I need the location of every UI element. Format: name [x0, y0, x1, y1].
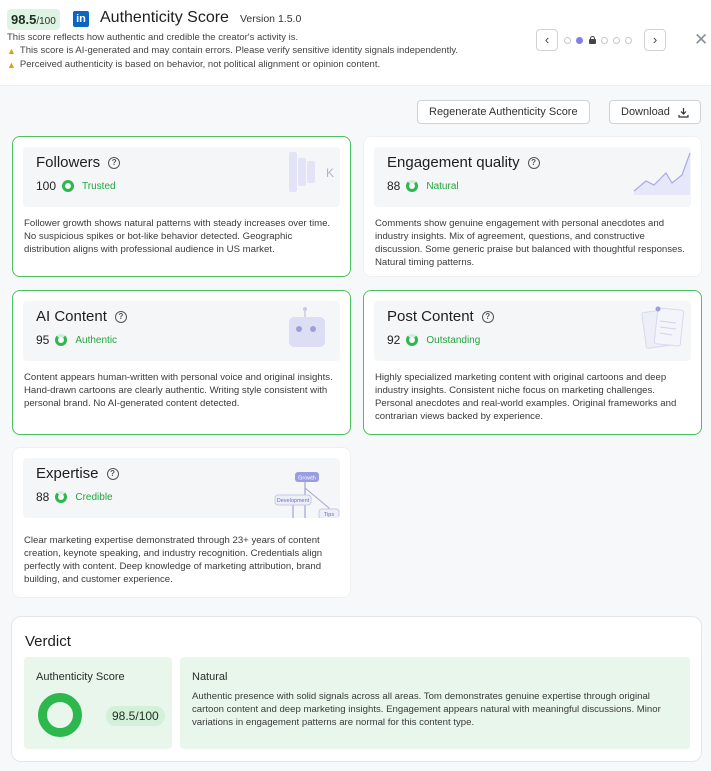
card-description: Highly specialized marketing content wit… — [375, 372, 677, 422]
tree-label-growth: Growth — [298, 476, 316, 482]
linkedin-icon: in — [73, 11, 89, 27]
score-value: 98.5 — [11, 12, 37, 27]
page-dot[interactable] — [625, 36, 632, 44]
help-icon[interactable]: ? — [527, 156, 540, 169]
score-donut-chart — [38, 693, 82, 737]
regenerate-label: Regenerate Authenticity Score — [429, 106, 578, 118]
robot-icon — [289, 307, 325, 347]
card-title-text: Engagement quality — [387, 154, 520, 171]
tree-label-development: Development — [277, 498, 310, 504]
card-header: AI Content ? 95 Authentic — [23, 301, 340, 361]
posts-illustration — [641, 306, 685, 349]
warning-line-1: ▲ This score is AI-generated and may con… — [7, 45, 458, 56]
card-title-text: Expertise — [36, 465, 99, 482]
verdict-score-box: Authenticity Score 98.5/100 — [24, 657, 172, 749]
version-label: Version 1.5.0 — [240, 13, 302, 25]
card-header: Followers ? 100 Trusted K — [23, 147, 340, 207]
warning-icon: ▲ — [7, 45, 16, 56]
card-title: Expertise ? — [36, 465, 119, 482]
score-ring-icon — [55, 491, 68, 503]
header: 98.5/100 in Authenticity Score Version 1… — [0, 0, 711, 86]
warning-icon: ▲ — [7, 59, 16, 70]
score-label: Trusted — [82, 180, 116, 192]
score-label: Authentic — [75, 334, 118, 346]
score-label: Outstanding — [426, 334, 481, 346]
card-score: 100 Trusted — [36, 179, 116, 193]
verdict-score-label: Authenticity Score — [36, 671, 125, 683]
score-total: /100 — [36, 16, 56, 27]
download-button[interactable]: Download — [609, 100, 701, 124]
verdict-title: Verdict — [25, 633, 71, 650]
page-description: This score reflects how authentic and cr… — [7, 32, 299, 43]
card-engagement-quality: Engagement quality ? 88 Natural Comments… — [363, 136, 702, 277]
download-icon — [678, 107, 689, 118]
card-title: Engagement quality ? — [387, 154, 540, 171]
verdict-summary-text: Authentic presence with solid signals ac… — [192, 691, 661, 728]
card-score: 88 Natural — [387, 179, 459, 193]
next-button[interactable]: › — [644, 29, 666, 51]
card-description: Content appears human-written with perso… — [24, 372, 333, 409]
card-description: Clear marketing expertise demonstrated t… — [24, 535, 323, 585]
verdict-score-value: 98.5/100 — [106, 706, 165, 726]
score-ring-icon — [62, 180, 75, 192]
help-icon[interactable]: ? — [481, 310, 494, 323]
score-number: 92 — [387, 333, 401, 347]
card-score: 88 Credible — [36, 490, 113, 504]
card-header: Post Content ? 92 Outstanding — [374, 301, 691, 361]
verdict-section: Verdict Authenticity Score 98.5/100 Natu… — [11, 616, 702, 762]
help-icon[interactable]: ? — [106, 467, 119, 480]
expertise-tree-illustration: Growth Development Tips — [274, 472, 340, 518]
score-ring-icon — [55, 334, 68, 346]
regenerate-button[interactable]: Regenerate Authenticity Score — [417, 100, 590, 124]
card-post-content: Post Content ? 92 Outstanding Highly spe… — [363, 290, 702, 435]
lock-icon — [588, 36, 596, 44]
verdict-summary-label: Natural — [192, 671, 228, 683]
card-header: Expertise ? 88 Credible Growth Developme… — [23, 458, 340, 518]
score-number: 95 — [36, 333, 50, 347]
tree-label-tips: Tips — [324, 512, 334, 518]
page-dot-active[interactable] — [576, 36, 583, 44]
verdict-summary-box: Natural Authentic presence with solid si… — [180, 657, 690, 749]
page-dot[interactable] — [601, 36, 608, 44]
page-dot[interactable] — [613, 36, 620, 44]
help-icon[interactable]: ? — [114, 310, 127, 323]
followers-illustration-letter: K — [326, 166, 334, 180]
card-description: Comments show genuine engagement with pe… — [375, 218, 685, 268]
page-dot[interactable] — [564, 36, 571, 44]
help-icon[interactable]: ? — [108, 156, 121, 169]
card-title-text: Followers — [36, 154, 101, 171]
card-title: AI Content ? — [36, 308, 127, 325]
score-badge: 98.5/100 — [7, 9, 60, 30]
chevron-left-icon: ‹ — [544, 32, 550, 47]
followers-illustration: K — [289, 152, 334, 192]
engagement-chart-illustration — [633, 152, 691, 195]
warning-text: Perceived authenticity is based on behav… — [19, 59, 381, 70]
warning-text: This score is AI-generated and may conta… — [19, 45, 459, 56]
score-label: Natural — [426, 180, 459, 192]
score-number: 100 — [36, 179, 57, 193]
card-title-text: Post Content — [387, 308, 474, 325]
card-header: Engagement quality ? 88 Natural — [374, 147, 691, 207]
card-title: Followers ? — [36, 154, 121, 171]
score-number: 88 — [387, 179, 401, 193]
score-ring-icon — [406, 334, 419, 346]
pagination-dots — [564, 36, 632, 44]
chevron-right-icon: › — [652, 32, 658, 47]
card-score: 92 Outstanding — [387, 333, 480, 347]
card-expertise: Expertise ? 88 Credible Growth Developme… — [12, 447, 351, 598]
card-title: Post Content ? — [387, 308, 494, 325]
card-ai-content: AI Content ? 95 Authentic Content appear… — [12, 290, 351, 435]
card-description: Follower growth shows natural patterns w… — [24, 218, 331, 255]
card-followers: Followers ? 100 Trusted K Follower growt… — [12, 136, 351, 277]
prev-button[interactable]: ‹ — [536, 29, 558, 51]
close-icon[interactable]: ✕ — [694, 30, 708, 50]
score-number: 88 — [36, 490, 50, 504]
score-label: Credible — [75, 491, 113, 503]
card-title-text: AI Content — [36, 308, 107, 325]
download-label: Download — [621, 106, 670, 118]
card-score: 95 Authentic — [36, 333, 117, 347]
page-title: Authenticity Score — [100, 9, 229, 26]
warning-line-2: ▲ Perceived authenticity is based on beh… — [7, 59, 380, 70]
score-ring-icon — [406, 180, 419, 192]
